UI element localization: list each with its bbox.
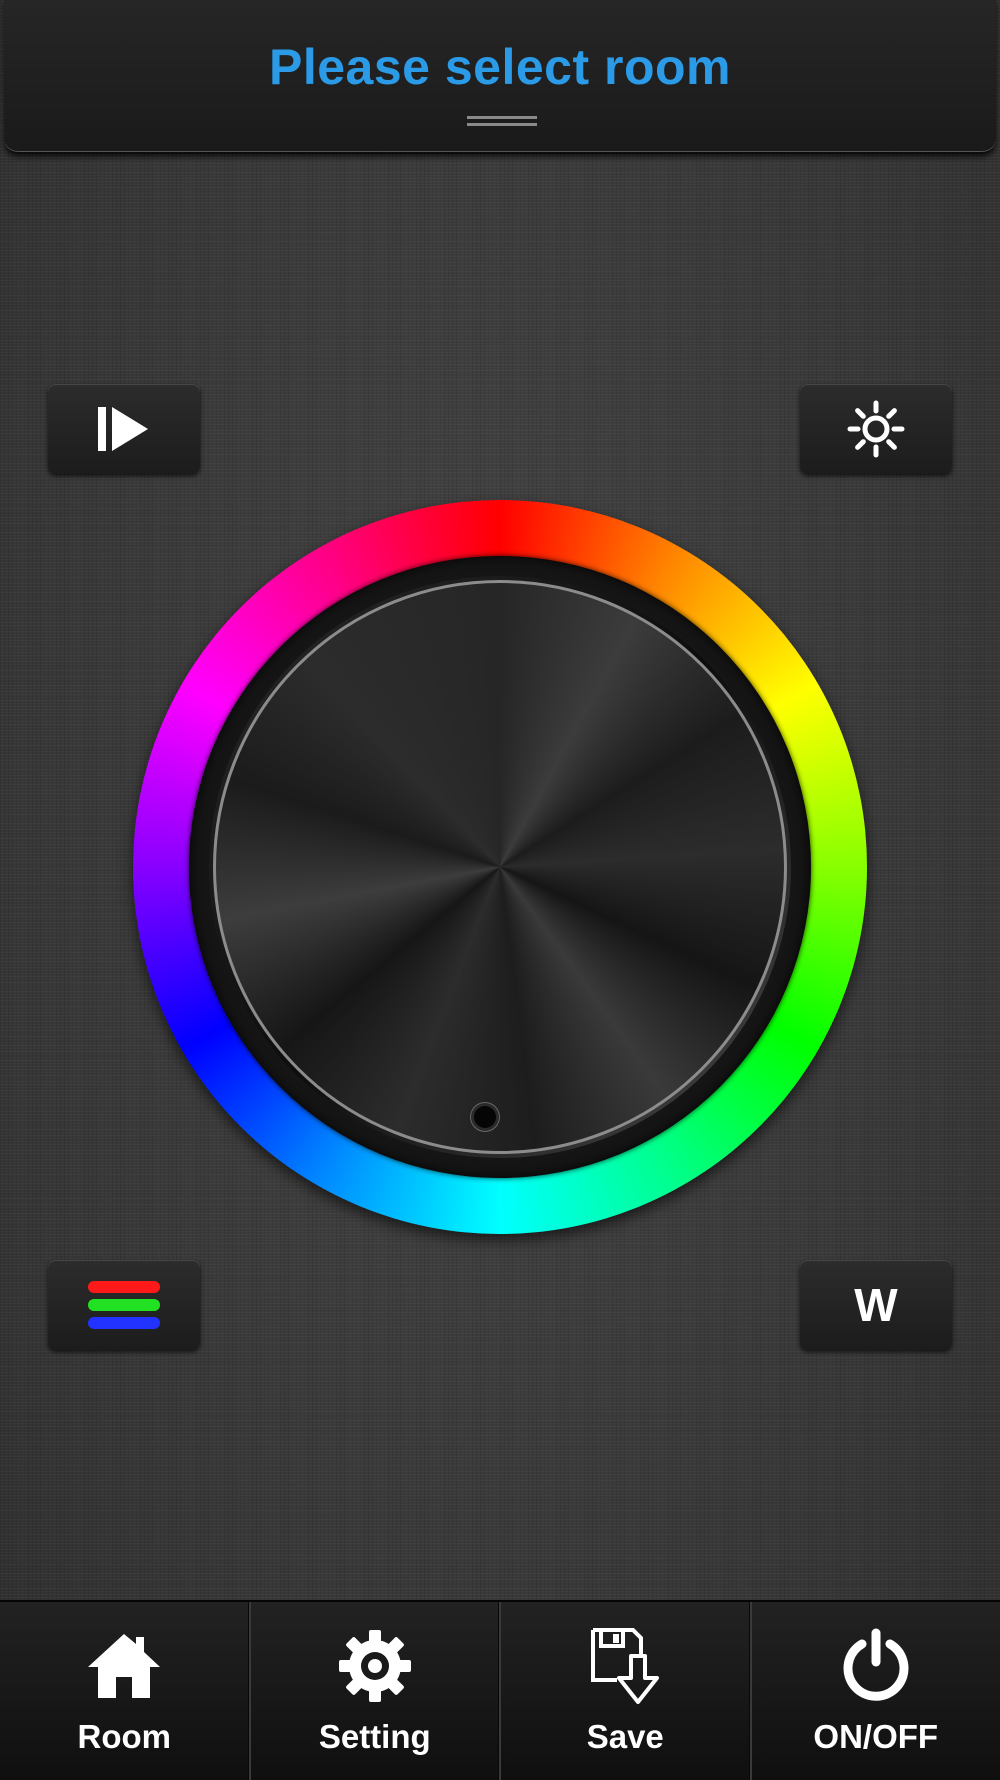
green-bar [88, 1299, 160, 1311]
tab-label: Save [587, 1718, 664, 1756]
rgb-mode-button[interactable] [48, 1260, 200, 1350]
play-pause-icon [94, 404, 154, 454]
room-selector-header[interactable]: Please select room [4, 0, 996, 154]
power-icon [838, 1628, 914, 1704]
tab-setting[interactable]: Setting [251, 1602, 502, 1780]
tab-label: ON/OFF [813, 1718, 938, 1756]
blue-bar [88, 1317, 160, 1329]
page-title: Please select room [4, 38, 996, 96]
control-knob[interactable] [213, 580, 787, 1154]
knob-bezel [189, 556, 811, 1178]
knob-indicator-dot [474, 1106, 496, 1128]
white-mode-button[interactable]: W [800, 1260, 952, 1350]
tab-on-off[interactable]: ON/OFF [752, 1602, 1000, 1780]
tab-save[interactable]: Save [501, 1602, 752, 1780]
bottom-tab-bar: Room Setting [0, 1600, 1000, 1780]
tab-label: Setting [319, 1718, 431, 1756]
color-wheel[interactable] [133, 500, 867, 1234]
tab-room[interactable]: Room [0, 1602, 251, 1780]
save-icon [587, 1626, 663, 1706]
home-icon [86, 1631, 162, 1701]
tab-label: Room [78, 1718, 172, 1756]
knob-ring [209, 576, 791, 1158]
white-label: W [854, 1278, 897, 1332]
rgb-bars-icon [88, 1281, 160, 1329]
brightness-button[interactable] [800, 384, 952, 474]
gear-icon [337, 1628, 413, 1704]
red-bar [88, 1281, 160, 1293]
sun-icon [846, 399, 906, 459]
drag-handle-icon[interactable] [467, 116, 537, 126]
play-mode-button[interactable] [48, 384, 200, 474]
